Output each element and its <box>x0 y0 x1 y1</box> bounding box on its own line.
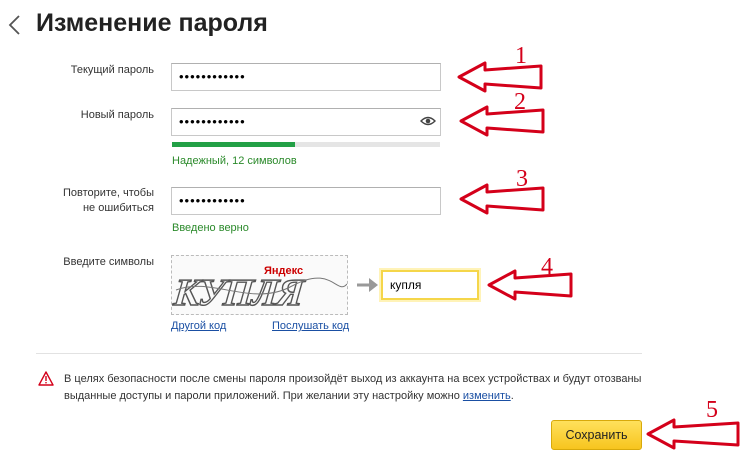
captcha-image: Яндекс КУПЛЯ <box>171 255 348 315</box>
captcha-label: Введите символы <box>63 256 154 268</box>
password-strength-bar <box>172 142 440 147</box>
arrow-right-icon <box>357 278 378 292</box>
annotation-arrow-4 <box>487 269 573 301</box>
new-password-input[interactable]: •••••••••••• <box>171 108 441 136</box>
repeat-password-label: Повторите, чтобы не ошибиться <box>4 186 154 216</box>
change-setting-link[interactable]: изменить <box>463 390 511 402</box>
listen-code-link[interactable]: Послушать код <box>272 320 349 332</box>
captcha-text: КУПЛЯ <box>172 272 308 314</box>
annotation-arrow-5 <box>646 418 740 450</box>
annotation-arrow-3 <box>459 183 545 215</box>
save-button[interactable]: Сохранить <box>551 420 642 450</box>
repeat-password-label-line2: не ошибиться <box>82 202 154 214</box>
show-password-eye-icon[interactable] <box>420 115 436 127</box>
security-notice-text: В целях безопасности после смены пароля … <box>64 373 642 402</box>
current-password-input[interactable]: •••••••••••• <box>171 63 441 91</box>
warning-icon <box>38 371 54 386</box>
annotation-number-4: 4 <box>541 254 553 280</box>
security-notice: В целях безопасности после смены пароля … <box>64 371 654 405</box>
repeat-password-status: Введено верно <box>172 222 249 234</box>
password-strength-text: Надежный, 12 символов <box>172 155 297 167</box>
annotation-number-1: 1 <box>515 43 527 69</box>
repeat-password-input[interactable]: •••••••••••• <box>171 187 441 215</box>
annotation-arrow-1 <box>457 61 543 93</box>
annotation-number-2: 2 <box>514 89 526 115</box>
other-code-link[interactable]: Другой код <box>171 320 226 332</box>
back-arrow-icon[interactable] <box>4 12 26 38</box>
security-notice-suffix: . <box>510 390 514 402</box>
repeat-password-label-line1: Повторите, чтобы <box>62 187 154 199</box>
annotation-arrow-2 <box>459 105 545 137</box>
new-password-label: Новый пароль <box>80 109 154 121</box>
captcha-input[interactable]: купля <box>381 270 479 300</box>
annotation-number-5: 5 <box>706 397 718 423</box>
divider <box>36 353 642 354</box>
current-password-label: Текущий пароль <box>70 64 154 76</box>
page-title: Изменение пароля <box>36 9 268 37</box>
annotation-number-3: 3 <box>516 166 528 192</box>
captcha-image-graphic: Яндекс КУПЛЯ <box>172 265 347 314</box>
password-strength-fill <box>172 142 296 147</box>
